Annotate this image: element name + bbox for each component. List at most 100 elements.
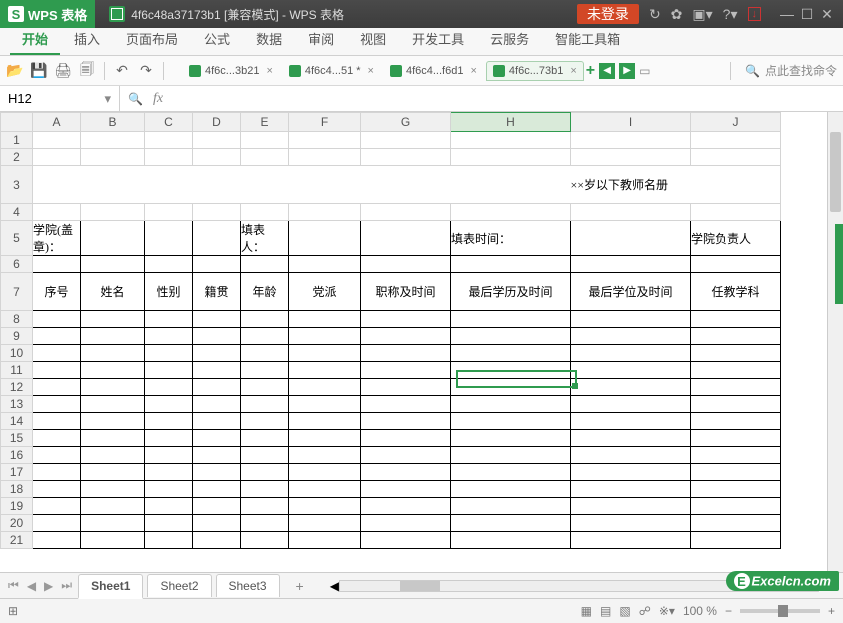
ribbon-tab-formula[interactable]: 公式 <box>192 23 242 55</box>
cell[interactable] <box>241 311 289 328</box>
cell[interactable] <box>361 481 451 498</box>
document-tab[interactable]: 4f6c...3b21× <box>182 61 280 81</box>
close-tab-icon[interactable]: × <box>368 65 374 77</box>
cell[interactable] <box>361 396 451 413</box>
cell[interactable] <box>145 149 193 166</box>
view-page-icon[interactable]: ▤ <box>600 604 611 618</box>
cell[interactable] <box>33 498 81 515</box>
cell[interactable] <box>691 515 781 532</box>
cell[interactable] <box>289 413 361 430</box>
cell[interactable] <box>361 204 451 221</box>
cell[interactable] <box>33 464 81 481</box>
document-tab-active[interactable]: 4f6c...73b1× <box>486 61 584 81</box>
cell[interactable] <box>145 396 193 413</box>
cell[interactable]: 学院(盖章)： <box>33 221 81 256</box>
update-icon[interactable]: ↓ <box>748 7 762 21</box>
cell[interactable] <box>361 498 451 515</box>
column-header[interactable]: D <box>193 113 241 132</box>
cell[interactable] <box>81 221 145 256</box>
row-header[interactable]: 15 <box>1 430 33 447</box>
ribbon-tab-view[interactable]: 视图 <box>348 23 398 55</box>
cell[interactable] <box>571 515 691 532</box>
cell[interactable] <box>193 345 241 362</box>
cell[interactable] <box>571 464 691 481</box>
cell[interactable] <box>571 396 691 413</box>
cell[interactable] <box>145 430 193 447</box>
cell[interactable] <box>241 256 289 273</box>
cell[interactable] <box>361 362 451 379</box>
maximize-button[interactable]: ☐ <box>799 6 815 23</box>
cell[interactable] <box>33 345 81 362</box>
cell[interactable] <box>451 328 571 345</box>
vertical-scrollbar[interactable] <box>827 112 843 572</box>
row-header[interactable]: 14 <box>1 413 33 430</box>
cell[interactable] <box>193 481 241 498</box>
cell[interactable] <box>691 132 781 149</box>
column-header[interactable]: B <box>81 113 145 132</box>
row-header[interactable]: 7 <box>1 273 33 311</box>
cell[interactable] <box>81 515 145 532</box>
sheet-prev-icon[interactable]: ◀ <box>25 579 38 593</box>
login-button[interactable]: 未登录 <box>577 4 639 24</box>
print-icon[interactable]: 🖨 <box>54 62 72 80</box>
cell[interactable] <box>289 515 361 532</box>
ribbon-tab-insert[interactable]: 插入 <box>62 23 112 55</box>
doc-map-icon[interactable]: ⊞ <box>8 604 18 618</box>
sync-icon[interactable]: ↻ <box>649 6 661 23</box>
cell[interactable] <box>361 413 451 430</box>
cell[interactable] <box>81 498 145 515</box>
cell[interactable] <box>193 204 241 221</box>
cell[interactable] <box>289 256 361 273</box>
cell[interactable] <box>193 430 241 447</box>
settings-icon[interactable]: ✿ <box>671 6 683 23</box>
cell[interactable] <box>145 532 193 549</box>
sheet-tab[interactable]: Sheet3 <box>216 574 280 597</box>
grid[interactable]: ABCDEFGHIJ123××岁以下教师名册 45学院(盖章)：填表人：填表时间… <box>0 112 827 572</box>
cell[interactable] <box>81 256 145 273</box>
cell[interactable] <box>691 345 781 362</box>
view-break-icon[interactable]: ▧ <box>619 604 630 618</box>
cell[interactable]: 姓名 <box>81 273 145 311</box>
sheet-last-icon[interactable]: ⏭ <box>59 578 74 593</box>
cell[interactable] <box>33 413 81 430</box>
cell[interactable] <box>289 221 361 256</box>
cell[interactable] <box>571 447 691 464</box>
cell[interactable] <box>361 149 451 166</box>
view-normal-icon[interactable]: ▦ <box>581 604 592 618</box>
help-icon[interactable]: ?▾ <box>723 6 738 23</box>
cell[interactable] <box>193 464 241 481</box>
document-tab[interactable]: 4f6c4...f6d1× <box>383 61 484 81</box>
cell[interactable] <box>241 132 289 149</box>
cell[interactable] <box>451 311 571 328</box>
cell[interactable] <box>81 430 145 447</box>
cell[interactable] <box>361 132 451 149</box>
cell[interactable] <box>361 256 451 273</box>
cell[interactable] <box>571 413 691 430</box>
cell[interactable] <box>571 430 691 447</box>
cell[interactable] <box>691 396 781 413</box>
cell[interactable] <box>145 464 193 481</box>
cell[interactable]: 填表人： <box>241 221 289 256</box>
cell[interactable] <box>571 149 691 166</box>
cell[interactable] <box>241 204 289 221</box>
dropdown-icon[interactable]: ▾ <box>104 91 111 107</box>
cell[interactable]: 党派 <box>289 273 361 311</box>
cell[interactable] <box>289 328 361 345</box>
cell[interactable] <box>691 532 781 549</box>
cell[interactable] <box>145 311 193 328</box>
cell[interactable] <box>691 447 781 464</box>
cell[interactable] <box>289 532 361 549</box>
cell[interactable]: 年龄 <box>241 273 289 311</box>
cell[interactable] <box>289 498 361 515</box>
cell[interactable] <box>241 345 289 362</box>
row-header[interactable]: 12 <box>1 379 33 396</box>
cell[interactable] <box>193 413 241 430</box>
cell[interactable] <box>145 498 193 515</box>
cell[interactable] <box>193 221 241 256</box>
cell[interactable] <box>241 532 289 549</box>
name-box[interactable]: H12 ▾ <box>0 86 120 111</box>
cell[interactable] <box>81 204 145 221</box>
cell[interactable] <box>145 481 193 498</box>
cell[interactable] <box>289 204 361 221</box>
cell[interactable] <box>571 532 691 549</box>
